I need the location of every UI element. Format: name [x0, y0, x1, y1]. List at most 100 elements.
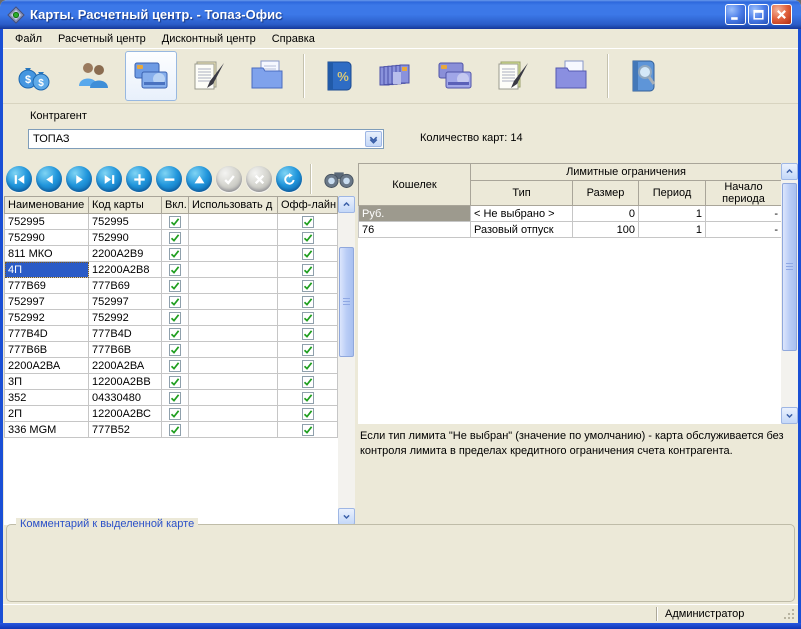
card-row[interactable]: 2200А2ВА 2200А2ВА	[4, 357, 338, 374]
delete-record-button[interactable]	[156, 166, 182, 192]
card-use-until-cell[interactable]	[188, 389, 278, 406]
card-code-cell[interactable]: 12200А2ВВ	[88, 373, 162, 390]
minimize-button[interactable]	[725, 4, 746, 25]
card-use-until-cell[interactable]	[188, 277, 278, 294]
first-record-button[interactable]	[6, 166, 32, 192]
card-row[interactable]: 4П 12200А2В8	[4, 261, 338, 278]
card-name-cell[interactable]: 777В6В	[4, 341, 89, 358]
card-use-until-cell[interactable]	[188, 213, 278, 230]
limit-type-cell[interactable]: < Не выбрано >	[470, 205, 573, 222]
card-name-cell[interactable]: 752997	[4, 293, 89, 310]
reports-button[interactable]	[241, 51, 293, 101]
card-name-cell[interactable]: 752992	[4, 309, 89, 326]
card-offline-checkbox[interactable]	[277, 421, 338, 438]
card-enabled-checkbox[interactable]	[161, 405, 189, 422]
card-offline-checkbox[interactable]	[277, 213, 338, 230]
card-code-cell[interactable]: 12200А2В8	[88, 261, 162, 278]
card-name-cell[interactable]: 777В69	[4, 277, 89, 294]
card-name-cell[interactable]: 4П	[4, 261, 89, 278]
card-enabled-checkbox[interactable]	[161, 229, 189, 246]
card-enabled-checkbox[interactable]	[161, 261, 189, 278]
card-name-cell[interactable]: 777В4D	[4, 325, 89, 342]
card-use-until-cell[interactable]	[188, 421, 278, 438]
limit-size-cell[interactable]: 0	[572, 205, 639, 222]
card-use-until-cell[interactable]	[188, 357, 278, 374]
card-enabled-checkbox[interactable]	[161, 389, 189, 406]
card-enabled-checkbox[interactable]	[161, 277, 189, 294]
card-row[interactable]: 811 МКО 2200А2В9	[4, 245, 338, 262]
next-record-button[interactable]	[66, 166, 92, 192]
wallet-row[interactable]: 76 Разовый отпуск 100 1-	[358, 221, 782, 238]
card-use-until-cell[interactable]	[188, 405, 278, 422]
card-code-cell[interactable]: 752990	[88, 229, 162, 246]
card-use-until-cell[interactable]	[188, 229, 278, 246]
card-code-cell[interactable]: 752995	[88, 213, 162, 230]
wallet-grid-scrollbar[interactable]	[781, 163, 798, 424]
contracts-button[interactable]	[183, 51, 235, 101]
card-use-until-cell[interactable]	[188, 309, 278, 326]
card-row[interactable]: 777В69 777В69	[4, 277, 338, 294]
card-row[interactable]: 352 04330480	[4, 389, 338, 406]
card-code-cell[interactable]: 12200А2ВС	[88, 405, 162, 422]
card-offline-checkbox[interactable]	[277, 325, 338, 342]
card-row[interactable]: 752995 752995	[4, 213, 338, 230]
card-use-until-cell[interactable]	[188, 341, 278, 358]
card-code-cell[interactable]: 752997	[88, 293, 162, 310]
discount-reports-button[interactable]	[545, 51, 597, 101]
col-header-offline[interactable]: Офф-лайн	[277, 196, 338, 214]
card-code-cell[interactable]: 777В52	[88, 421, 162, 438]
card-offline-checkbox[interactable]	[277, 245, 338, 262]
card-name-cell[interactable]: 811 МКО	[4, 245, 89, 262]
card-row[interactable]: 752997 752997	[4, 293, 338, 310]
card-offline-checkbox[interactable]	[277, 229, 338, 246]
card-use-until-cell[interactable]	[188, 245, 278, 262]
menu-settlement-center[interactable]: Расчетный центр	[50, 31, 154, 47]
card-enabled-checkbox[interactable]	[161, 421, 189, 438]
discount-contracts-button[interactable]	[487, 51, 539, 101]
card-name-cell[interactable]: 352	[4, 389, 89, 406]
scroll-down-icon[interactable]	[781, 407, 798, 424]
card-offline-checkbox[interactable]	[277, 389, 338, 406]
card-offline-checkbox[interactable]	[277, 309, 338, 326]
limit-size-cell[interactable]: 100	[572, 221, 639, 238]
discount-cards-button[interactable]	[429, 51, 481, 101]
card-enabled-checkbox[interactable]	[161, 341, 189, 358]
comment-input[interactable]	[6, 524, 795, 602]
card-enabled-checkbox[interactable]	[161, 245, 189, 262]
scroll-up-icon[interactable]	[338, 196, 355, 213]
col-header-period-start[interactable]: Начало периода	[705, 180, 782, 206]
card-offline-checkbox[interactable]	[277, 357, 338, 374]
finance-button[interactable]: $ $	[9, 51, 61, 101]
limit-type-cell[interactable]: Разовый отпуск	[470, 221, 573, 238]
card-enabled-checkbox[interactable]	[161, 357, 189, 374]
card-row[interactable]: 3П 12200А2ВВ	[4, 373, 338, 390]
card-row[interactable]: 336 MGM 777В52	[4, 421, 338, 438]
limit-period-cell[interactable]: 1	[638, 205, 706, 222]
cards-grid-scrollbar[interactable]	[338, 196, 355, 525]
col-header-limit-type[interactable]: Тип	[470, 180, 573, 206]
scroll-thumb[interactable]	[782, 183, 797, 351]
menu-discount-center[interactable]: Дисконтный центр	[154, 31, 264, 47]
card-enabled-checkbox[interactable]	[161, 293, 189, 310]
search-binoculars-button[interactable]	[320, 165, 358, 193]
card-use-until-cell[interactable]	[188, 373, 278, 390]
card-row[interactable]: 777В4D 777В4D	[4, 325, 338, 342]
cards-button[interactable]	[125, 51, 177, 101]
limit-start-cell[interactable]: -	[705, 205, 782, 222]
card-code-cell[interactable]: 777В6В	[88, 341, 162, 358]
card-use-until-cell[interactable]	[188, 261, 278, 278]
card-offline-checkbox[interactable]	[277, 341, 338, 358]
col-header-limit-period[interactable]: Период	[638, 180, 706, 206]
card-offline-checkbox[interactable]	[277, 261, 338, 278]
card-row[interactable]: 777В6В 777В6В	[4, 341, 338, 358]
card-name-cell[interactable]: 752995	[4, 213, 89, 230]
last-record-button[interactable]	[96, 166, 122, 192]
card-offline-checkbox[interactable]	[277, 405, 338, 422]
add-record-button[interactable]	[126, 166, 152, 192]
card-use-until-cell[interactable]	[188, 293, 278, 310]
menu-file[interactable]: Файл	[7, 31, 50, 47]
maximize-button[interactable]	[748, 4, 769, 25]
card-name-cell[interactable]: 3П	[4, 373, 89, 390]
card-row[interactable]: 752992 752992	[4, 309, 338, 326]
card-offline-checkbox[interactable]	[277, 293, 338, 310]
